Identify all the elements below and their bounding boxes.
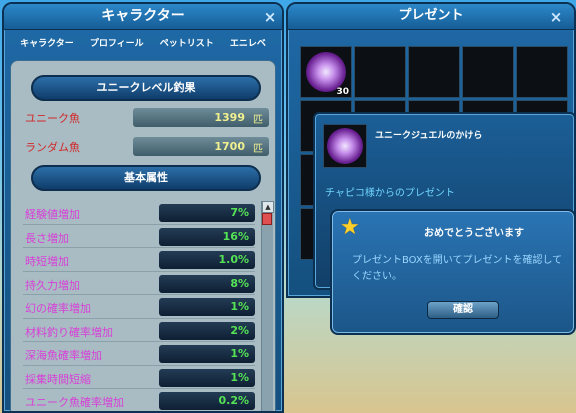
present-window-title: プレゼント	[288, 4, 574, 30]
attribute-value-box: 1%	[159, 298, 255, 316]
attribute-value: 1%	[230, 300, 249, 313]
attribute-row: 長さ増加 16%	[21, 225, 257, 249]
fish-unit: 匹	[253, 144, 263, 155]
basic-attr-section-header: 基本属性	[31, 165, 261, 191]
star-icon: ★	[340, 215, 360, 240]
attribute-row: 深海魚確率増加 1%	[21, 342, 257, 366]
fish-value: 1399	[214, 111, 245, 124]
present-slot[interactable]	[516, 46, 568, 98]
attribute-value: 1%	[230, 370, 249, 384]
attribute-label: 幻の確率増加	[25, 302, 91, 315]
attribute-label: 採集時間短縮	[25, 372, 91, 386]
scroll-thumb[interactable]	[262, 213, 272, 225]
attribute-row: 幻の確率増加 1%	[21, 295, 257, 319]
attribute-value-box: 7%	[159, 204, 255, 222]
attribute-value-box: 1%	[159, 368, 255, 387]
item-icon-frame	[323, 124, 367, 168]
character-window: キャラクター × キャラクター プロフィール ペットリスト エニレベ ユニークレ…	[2, 2, 284, 413]
attribute-value: 2%	[230, 323, 249, 337]
attribute-label: ユニーク魚確率増加	[25, 396, 124, 409]
tab-pet-list[interactable]: ペットリスト	[160, 30, 214, 58]
present-close-icon[interactable]: ×	[548, 9, 564, 25]
attribute-label: 材料釣り確率増加	[25, 325, 113, 339]
tab-character[interactable]: キャラクター	[20, 30, 74, 58]
attribute-row: 経験値増加 7%	[21, 201, 257, 225]
attribute-label: 深海魚確率増加	[25, 349, 102, 362]
attribute-value-box: 1.0%	[159, 251, 255, 269]
congrats-message: プレゼントBOXを開いてプレゼントを確認してください。	[352, 255, 563, 282]
attribute-value-box: 16%	[159, 227, 255, 246]
character-tabs: キャラクター プロフィール ペットリスト エニレベ	[4, 30, 282, 58]
item-count: 30	[336, 87, 349, 97]
unique-level-section-header: ユニークレベル釣果	[31, 75, 261, 101]
jewel-icon	[327, 128, 363, 164]
attribute-label: 経験値増加	[25, 208, 80, 221]
attribute-value-box: 1%	[159, 345, 255, 363]
attribute-value: 8%	[230, 276, 249, 290]
fish-row-unique: ユニーク魚 1399 匹	[21, 107, 271, 129]
attribute-value: 16%	[222, 229, 249, 243]
attribute-scrollbar[interactable]: ▲	[261, 201, 274, 411]
tab-profile[interactable]: プロフィール	[90, 30, 144, 58]
attribute-value: 1%	[230, 347, 249, 360]
present-slot[interactable]	[354, 46, 406, 98]
attribute-row: 採集時間短縮 1%	[21, 366, 257, 390]
fish-value-box: 1399 匹	[133, 108, 269, 127]
fish-row-random: ランダム魚 1700 匹	[21, 136, 271, 158]
present-slot[interactable]	[462, 46, 514, 98]
tab-enileve[interactable]: エニレベ	[230, 30, 266, 58]
attribute-row: 時短増加 1.0%	[21, 248, 257, 272]
attribute-label: 長さ増加	[25, 231, 69, 245]
fish-value: 1700	[214, 140, 245, 153]
attribute-row: 持久力増加 8%	[21, 272, 257, 296]
present-slot[interactable]	[408, 46, 460, 98]
attribute-value-box: 0.2%	[159, 392, 255, 410]
present-slot[interactable]: 30	[300, 46, 352, 98]
attribute-list: 経験値増加 7% 長さ増加 16% 時短増加 1.0% 持久力増加 8% 幻の確…	[21, 201, 257, 411]
congrats-title: おめでとうございます	[424, 228, 524, 239]
attribute-value: 0.2%	[218, 394, 249, 407]
character-close-icon[interactable]: ×	[262, 9, 278, 25]
confirm-button[interactable]: 確認	[427, 301, 499, 319]
character-window-title: キャラクター	[4, 4, 282, 30]
attribute-label: 時短増加	[25, 255, 69, 268]
congrats-dialog: ★ おめでとうございます プレゼントBOXを開いてプレゼントを確認してください。…	[330, 209, 576, 335]
item-name: ユニークジュエルのかけら	[375, 131, 483, 141]
attribute-value-box: 2%	[159, 321, 255, 340]
character-content: ユニークレベル釣果 ユニーク魚 1399 匹 ランダム魚 1700 匹 基本属性…	[10, 60, 276, 411]
scroll-up-arrow-icon[interactable]: ▲	[262, 201, 274, 213]
jewel-icon	[306, 52, 346, 92]
attribute-value: 7%	[230, 206, 249, 219]
attribute-value-box: 8%	[159, 274, 255, 293]
item-from-text: チャピコ様からのプレゼント	[325, 188, 455, 199]
attribute-row: 材料釣り確率増加 2%	[21, 319, 257, 343]
attribute-value: 1.0%	[218, 253, 249, 266]
fish-label: ランダム魚	[25, 141, 80, 154]
attribute-row: ユニーク魚確率増加 0.2%	[21, 389, 257, 411]
fish-unit: 匹	[253, 115, 263, 126]
attribute-label: 持久力増加	[25, 278, 80, 292]
fish-label: ユニーク魚	[25, 112, 80, 125]
fish-value-box: 1700 匹	[133, 137, 269, 156]
